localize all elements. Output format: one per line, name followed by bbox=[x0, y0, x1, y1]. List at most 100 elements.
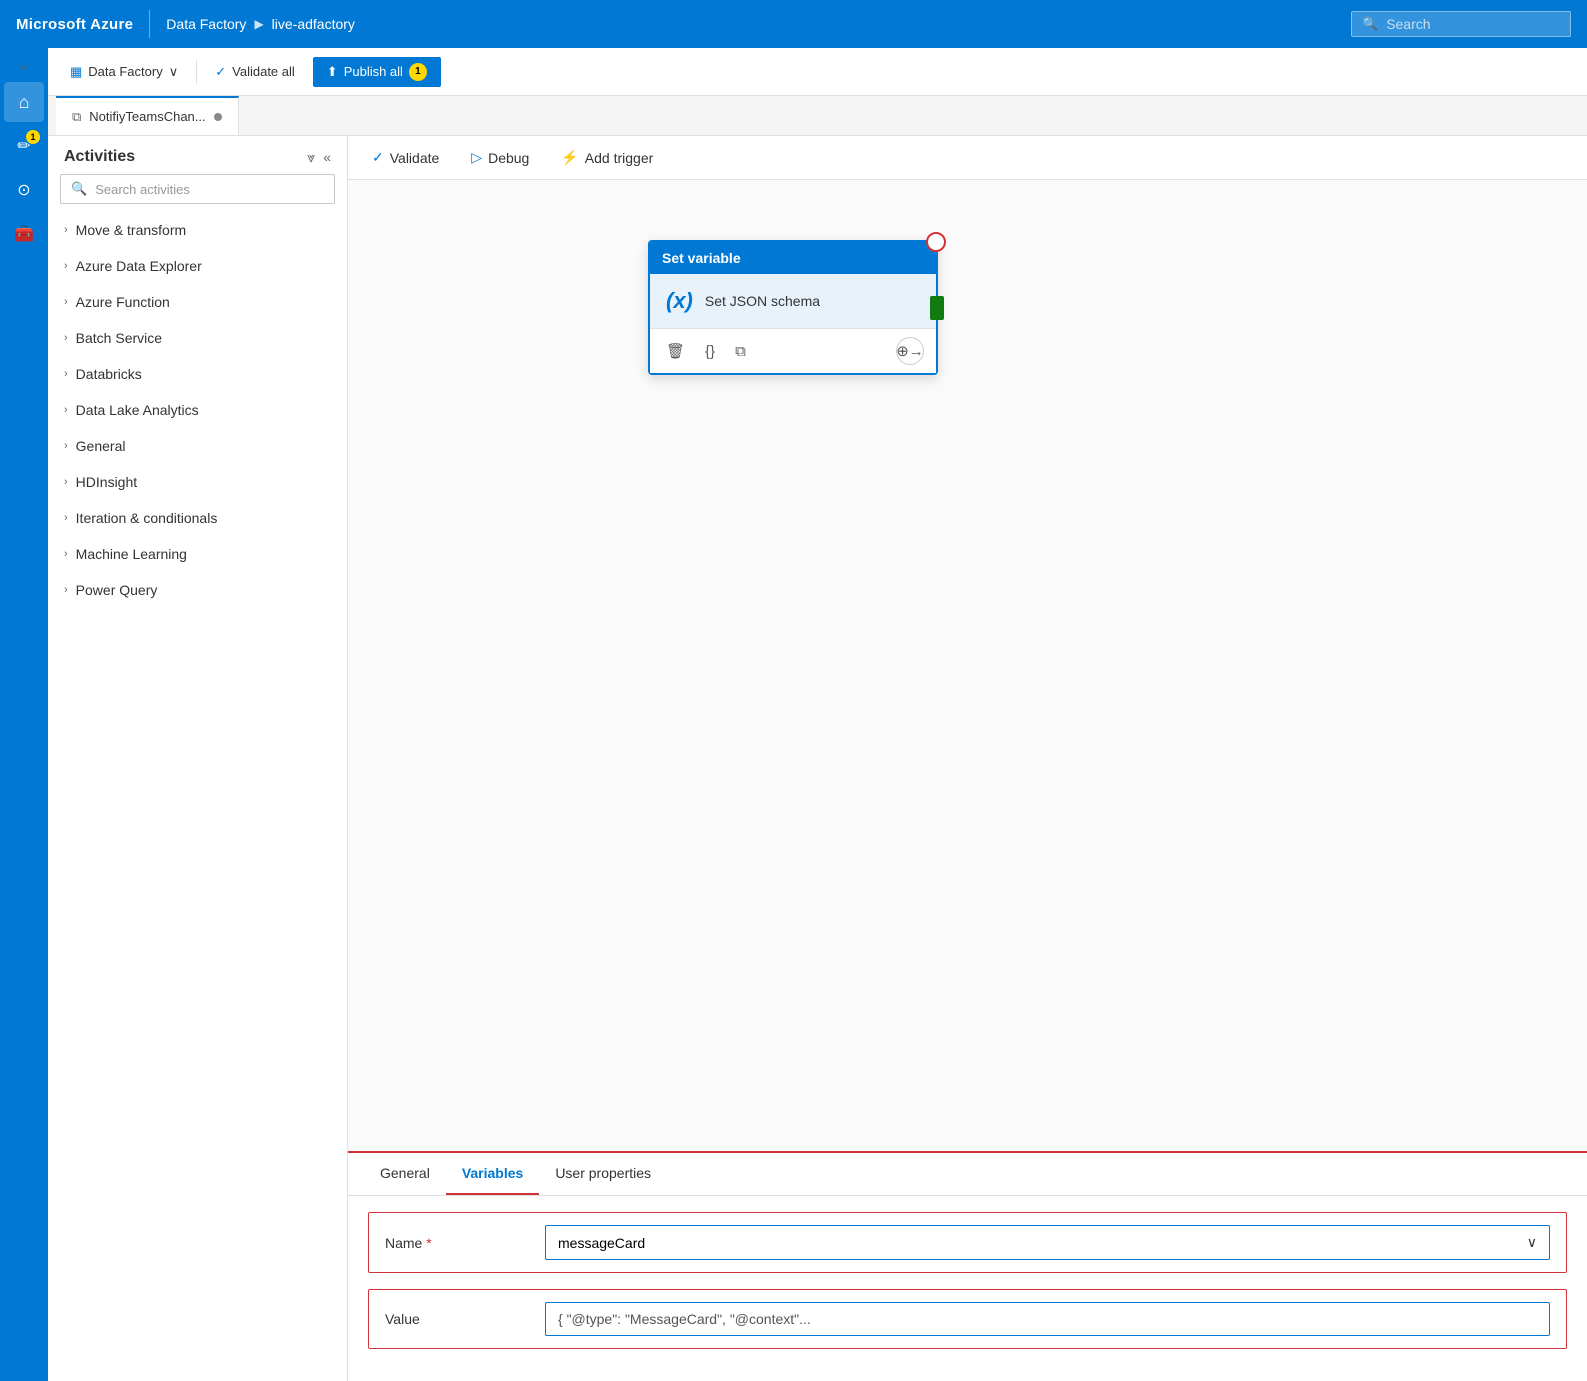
sidebar-manage-btn[interactable]: 🧰 bbox=[4, 214, 44, 254]
tab-bar: ⧉ NotifiyTeamsChan... bbox=[48, 96, 1587, 136]
card-copy-btn[interactable]: ⧉ bbox=[731, 339, 750, 364]
activity-category-item[interactable]: ›Move & transform bbox=[48, 212, 347, 248]
brand-label: Microsoft Azure bbox=[16, 16, 133, 33]
collapse-left-icon[interactable]: « bbox=[323, 149, 331, 166]
activity-category-item[interactable]: ›Databricks bbox=[48, 356, 347, 392]
activity-category-item[interactable]: ›Iteration & conditionals bbox=[48, 500, 347, 536]
nav-live-adfactory[interactable]: live-adfactory bbox=[272, 16, 355, 32]
tab-general-label: General bbox=[380, 1165, 430, 1181]
activity-category-item[interactable]: ›HDInsight bbox=[48, 464, 347, 500]
icon-sidebar: » ⌂ ✏ 1 ⊙ 🧰 bbox=[0, 48, 48, 1381]
activity-category-item[interactable]: ›Power Query bbox=[48, 572, 347, 608]
validate-label: Validate all bbox=[232, 64, 295, 79]
df-chevron-down-icon: ∨ bbox=[169, 64, 179, 80]
activities-panel: Activities ⩔ « 🔍 ›Move & transform›Azure… bbox=[48, 136, 348, 1381]
publish-label: Publish all bbox=[344, 64, 403, 79]
top-nav: Data Factory ▶ live-adfactory bbox=[166, 16, 355, 32]
card-success-bar bbox=[930, 296, 944, 320]
card-connect-btn[interactable]: ⊕→ bbox=[896, 337, 924, 365]
trigger-lightning-icon: ⚡ bbox=[561, 149, 578, 166]
app-layout: » ⌂ ✏ 1 ⊙ 🧰 ▦ Data Factory ∨ ✓ Validate bbox=[0, 48, 1587, 1381]
tab-label: NotifiyTeamsChan... bbox=[89, 109, 205, 124]
value-label: Value bbox=[385, 1311, 545, 1327]
card-footer: 🗑 {} ⧉ ⊕→ bbox=[650, 328, 936, 373]
top-search-icon: 🔍 bbox=[1362, 16, 1378, 32]
activities-header: Activities ⩔ « bbox=[48, 136, 347, 174]
tab-user-properties[interactable]: User properties bbox=[539, 1153, 667, 1195]
canvas-toolbar: ✓ Validate ▷ Debug ⚡ Add trigger bbox=[348, 136, 1587, 180]
canvas-area: ✓ Validate ▷ Debug ⚡ Add trigger bbox=[348, 136, 1587, 1381]
card-variables-btn[interactable]: {} bbox=[701, 339, 719, 364]
card-error-indicator bbox=[926, 232, 946, 252]
validate-btn[interactable]: ✓ Validate bbox=[364, 143, 447, 172]
activities-search-input[interactable] bbox=[95, 182, 324, 197]
category-chevron-icon: › bbox=[64, 512, 68, 524]
activity-category-item[interactable]: ›Data Lake Analytics bbox=[48, 392, 347, 428]
card-header-label: Set variable bbox=[662, 250, 741, 266]
validate-check-icon: ✓ bbox=[372, 149, 384, 166]
tab-variables[interactable]: Variables bbox=[446, 1153, 540, 1195]
tab-variables-label: Variables bbox=[462, 1165, 524, 1181]
category-chevron-icon: › bbox=[64, 548, 68, 560]
validate-all-btn[interactable]: ✓ Validate all bbox=[205, 58, 305, 86]
tab-user-props-label: User properties bbox=[555, 1165, 651, 1181]
sidebar-monitor-btn[interactable]: ⊙ bbox=[4, 170, 44, 210]
validate-btn-label: Validate bbox=[390, 150, 440, 166]
home-icon: ⌂ bbox=[19, 92, 30, 113]
card-delete-btn[interactable]: 🗑 bbox=[662, 338, 689, 364]
card-header: Set variable bbox=[650, 242, 936, 274]
name-select-value: messageCard bbox=[558, 1235, 645, 1251]
category-chevron-icon: › bbox=[64, 260, 68, 272]
activities-title: Activities bbox=[64, 148, 135, 166]
tab-pipeline-icon: ⧉ bbox=[72, 109, 81, 125]
toolbar-divider-1 bbox=[196, 60, 197, 84]
tab-notify-teams[interactable]: ⧉ NotifiyTeamsChan... bbox=[56, 96, 239, 135]
card-variable-icon: (x) bbox=[666, 288, 693, 314]
activity-category-item[interactable]: ›Azure Function bbox=[48, 284, 347, 320]
category-chevron-icon: › bbox=[64, 584, 68, 596]
value-input[interactable] bbox=[545, 1302, 1550, 1336]
name-select-chevron-icon: ∨ bbox=[1527, 1234, 1537, 1251]
df-icon: ▦ bbox=[70, 64, 82, 80]
nav-data-factory[interactable]: Data Factory bbox=[166, 16, 246, 32]
add-trigger-btn[interactable]: ⚡ Add trigger bbox=[553, 143, 661, 172]
validate-icon: ✓ bbox=[215, 64, 226, 80]
category-chevron-icon: › bbox=[64, 476, 68, 488]
set-variable-card[interactable]: Set variable (x) Set JSON schema 🗑 {} ⧉ … bbox=[648, 240, 938, 375]
card-body: (x) Set JSON schema bbox=[650, 274, 936, 328]
top-search-input[interactable] bbox=[1386, 16, 1560, 32]
top-divider bbox=[149, 10, 150, 38]
bottom-tabs: General Variables User properties bbox=[348, 1153, 1587, 1196]
nav-chevron: ▶ bbox=[254, 17, 263, 31]
content-area: ▦ Data Factory ∨ ✓ Validate all ⬆ Publis… bbox=[48, 48, 1587, 1381]
category-chevron-icon: › bbox=[64, 332, 68, 344]
category-chevron-icon: › bbox=[64, 440, 68, 452]
activity-category-item[interactable]: ›Machine Learning bbox=[48, 536, 347, 572]
category-chevron-icon: › bbox=[64, 296, 68, 308]
data-factory-label: Data Factory bbox=[88, 64, 162, 79]
sidebar-edit-btn[interactable]: ✏ 1 bbox=[4, 126, 44, 166]
activities-search-box[interactable]: 🔍 bbox=[60, 174, 335, 204]
category-chevron-icon: › bbox=[64, 404, 68, 416]
data-factory-dropdown[interactable]: ▦ Data Factory ∨ bbox=[60, 58, 188, 86]
activities-controls: ⩔ « bbox=[307, 149, 331, 166]
publish-all-btn[interactable]: ⬆ Publish all 1 bbox=[313, 57, 441, 87]
name-select[interactable]: messageCard ∨ bbox=[545, 1225, 1550, 1260]
name-input-wrap: messageCard ∨ bbox=[545, 1225, 1550, 1260]
sidebar-home-btn[interactable]: ⌂ bbox=[4, 82, 44, 122]
category-chevron-icon: › bbox=[64, 368, 68, 380]
value-form-row: Value bbox=[368, 1289, 1567, 1349]
collapse-icon[interactable]: ⩔ bbox=[307, 149, 315, 166]
debug-btn-label: Debug bbox=[488, 150, 529, 166]
bottom-content: Name * messageCard ∨ bbox=[348, 1196, 1587, 1381]
sidebar-expand-toggle[interactable]: » bbox=[17, 56, 32, 78]
canvas: Set variable (x) Set JSON schema 🗑 {} ⧉ … bbox=[348, 180, 1587, 1151]
top-search-box[interactable]: 🔍 bbox=[1351, 11, 1571, 37]
briefcase-icon: 🧰 bbox=[14, 224, 34, 244]
name-form-row: Name * messageCard ∨ bbox=[368, 1212, 1567, 1273]
activity-category-item[interactable]: ›Batch Service bbox=[48, 320, 347, 356]
tab-general[interactable]: General bbox=[364, 1153, 446, 1195]
activity-category-item[interactable]: ›General bbox=[48, 428, 347, 464]
activity-category-item[interactable]: ›Azure Data Explorer bbox=[48, 248, 347, 284]
debug-btn[interactable]: ▷ Debug bbox=[463, 143, 537, 172]
